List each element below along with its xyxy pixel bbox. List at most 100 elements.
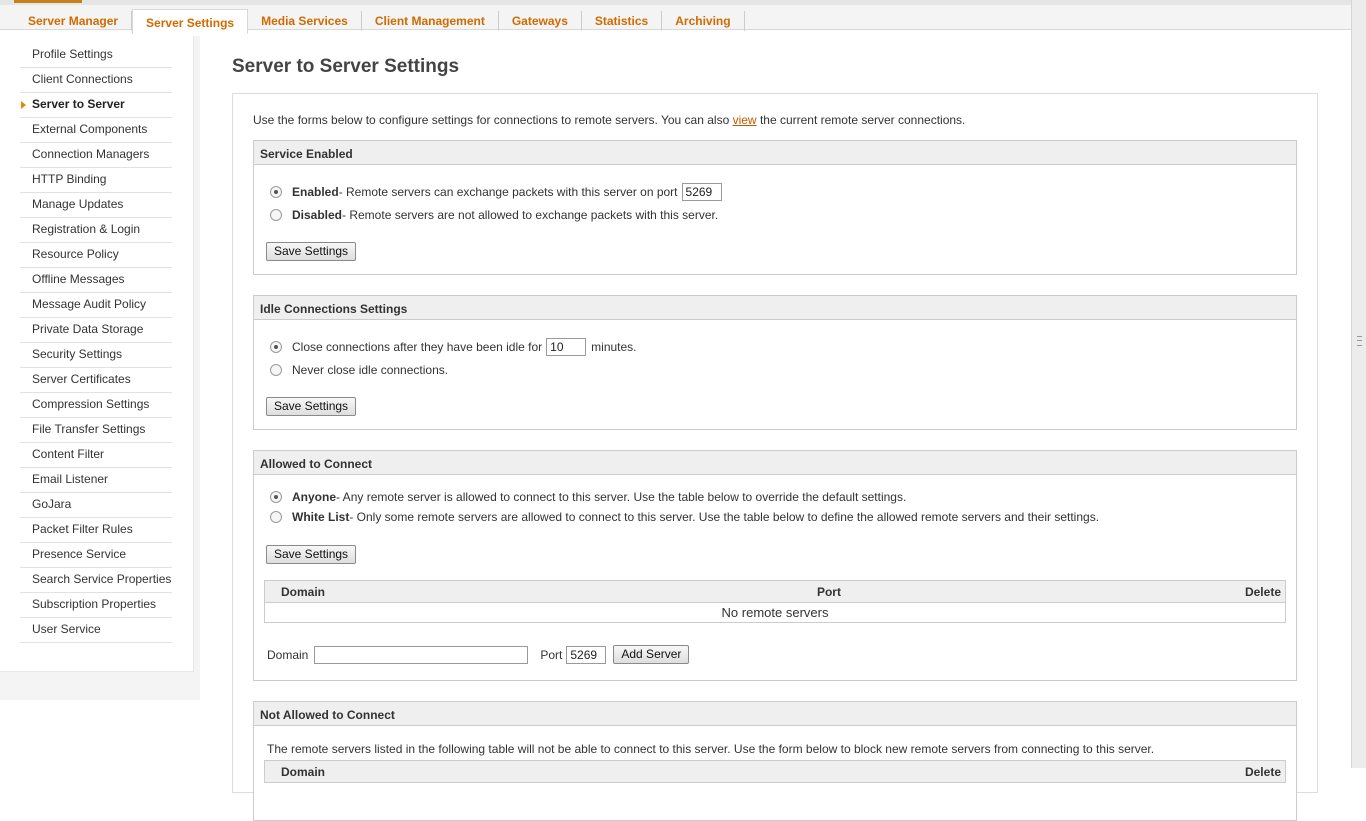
anyone-description: - Any remote server is allowed to connec… xyxy=(336,490,907,504)
sidebar-item-content-filter[interactable]: Content Filter xyxy=(20,443,172,468)
anyone-option: Anyone - Any remote server is allowed to… xyxy=(270,490,906,504)
domain-label: Domain xyxy=(267,647,309,662)
empty-table-message: No remote servers xyxy=(721,605,829,620)
enabled-description: - Remote servers can exchange packets wi… xyxy=(338,185,678,199)
tab-media-services[interactable]: Media Services xyxy=(248,11,362,31)
sidebar-item-profile-settings[interactable]: Profile Settings xyxy=(20,43,172,68)
domain-input[interactable] xyxy=(314,645,529,664)
tab-archiving[interactable]: Archiving xyxy=(662,11,745,31)
not-allowed-section: Not Allowed to Connect The remote server… xyxy=(253,701,1297,821)
sidebar-item-server-to-server[interactable]: Server to Server xyxy=(20,93,172,118)
enabled-option: Enabled - Remote servers can exchange pa… xyxy=(270,183,722,201)
section-title: Allowed to Connect xyxy=(254,451,1296,475)
blocked-servers-table: Domain Delete xyxy=(264,760,1286,783)
view-connections-link[interactable]: view xyxy=(733,113,757,127)
sidebar-item-presence-service[interactable]: Presence Service xyxy=(20,543,172,568)
allowed-servers-table: Domain Port Delete No remote servers xyxy=(264,580,1286,623)
idle-connections-section: Idle Connections Settings Close connecti… xyxy=(253,295,1297,430)
sidebar-item-resource-policy[interactable]: Resource Policy xyxy=(20,243,172,268)
never-close-radio[interactable] xyxy=(270,364,282,376)
intro-text-end: the current remote server connections. xyxy=(756,113,966,127)
tab-server-manager[interactable]: Server Manager xyxy=(15,11,133,31)
sidebar-item-gojara[interactable]: GoJara xyxy=(20,493,172,518)
port-input[interactable] xyxy=(681,183,722,201)
top-navigation-bar: Server Manager Server Settings Media Ser… xyxy=(0,0,1351,34)
add-server-form: Domain Port Add Server xyxy=(267,645,690,664)
table-header-row: Domain Delete xyxy=(264,760,1286,783)
sidebar-item-private-data-storage[interactable]: Private Data Storage xyxy=(20,318,172,343)
port-column-header: Port xyxy=(677,580,981,603)
content-panel: Use the forms below to configure setting… xyxy=(232,93,1318,821)
sidebar: Profile Settings Client Connections Serv… xyxy=(0,36,200,700)
whitelist-option: White List - Only some remote servers ar… xyxy=(270,510,1099,524)
service-enabled-section: Service Enabled Enabled - Remote servers… xyxy=(253,140,1297,275)
sidebar-item-packet-filter-rules[interactable]: Packet Filter Rules xyxy=(20,518,172,543)
page-scrollbar[interactable] xyxy=(1351,0,1366,768)
minutes-label: minutes. xyxy=(591,340,637,354)
scrollbar-grip-icon xyxy=(1357,336,1362,346)
page-title: Server to Server Settings xyxy=(232,56,460,77)
top-accent-line xyxy=(14,0,82,3)
never-close-option: Never close idle connections. xyxy=(270,363,448,377)
sidebar-menu: Profile Settings Client Connections Serv… xyxy=(20,43,172,643)
never-close-label: Never close idle connections. xyxy=(292,363,449,377)
whitelist-description: - Only some remote servers are allowed t… xyxy=(349,510,1100,524)
sidebar-item-offline-messages[interactable]: Offline Messages xyxy=(20,268,172,293)
save-settings-button[interactable]: Save Settings xyxy=(266,397,357,416)
intro-text: Use the forms below to configure setting… xyxy=(253,113,965,127)
sidebar-item-compression-settings[interactable]: Compression Settings xyxy=(20,393,172,418)
table-row: No remote servers xyxy=(265,603,1286,623)
save-settings-button[interactable]: Save Settings xyxy=(266,545,357,564)
sidebar-item-external-components[interactable]: External Components xyxy=(20,118,172,143)
sidebar-item-message-audit-policy[interactable]: Message Audit Policy xyxy=(20,293,172,318)
not-allowed-description: The remote servers listed in the followi… xyxy=(267,742,1155,756)
tab-client-management[interactable]: Client Management xyxy=(362,11,499,31)
sidebar-item-registration-login[interactable]: Registration & Login xyxy=(20,218,172,243)
anyone-radio[interactable] xyxy=(270,491,282,503)
enabled-radio[interactable] xyxy=(270,186,282,198)
sidebar-item-connection-managers[interactable]: Connection Managers xyxy=(20,143,172,168)
delete-column-header: Delete xyxy=(851,760,1286,783)
intro-text-start: Use the forms below to configure setting… xyxy=(253,113,733,127)
sidebar-item-security-settings[interactable]: Security Settings xyxy=(20,343,172,368)
save-settings-button[interactable]: Save Settings xyxy=(266,242,357,261)
tab-gateways[interactable]: Gateways xyxy=(499,11,582,31)
disabled-radio[interactable] xyxy=(270,209,282,221)
idle-minutes-input[interactable] xyxy=(546,338,587,356)
sidebar-item-client-connections[interactable]: Client Connections xyxy=(20,68,172,93)
tab-statistics[interactable]: Statistics xyxy=(582,11,663,31)
section-title: Idle Connections Settings xyxy=(254,296,1296,320)
domain-column-header: Domain xyxy=(264,580,678,603)
active-arrow-icon xyxy=(21,101,26,109)
disabled-label: Disabled xyxy=(292,208,343,222)
main-tabs: Server Manager Server Settings Media Ser… xyxy=(15,9,745,35)
close-idle-option: Close connections after they have been i… xyxy=(270,338,637,356)
tab-server-settings[interactable]: Server Settings xyxy=(132,9,249,34)
section-title: Not Allowed to Connect xyxy=(254,702,1296,726)
sidebar-item-search-service-properties[interactable]: Search Service Properties xyxy=(20,568,172,593)
sidebar-item-user-service[interactable]: User Service xyxy=(20,618,172,643)
sidebar-item-server-certificates[interactable]: Server Certificates xyxy=(20,368,172,393)
sidebar-item-http-binding[interactable]: HTTP Binding xyxy=(20,168,172,193)
allowed-to-connect-section: Allowed to Connect Anyone - Any remote s… xyxy=(253,450,1297,681)
enabled-label: Enabled xyxy=(292,185,339,199)
close-idle-radio[interactable] xyxy=(270,341,282,353)
sidebar-item-file-transfer-settings[interactable]: File Transfer Settings xyxy=(20,418,172,443)
sidebar-item-manage-updates[interactable]: Manage Updates xyxy=(20,193,172,218)
whitelist-label: White List xyxy=(292,510,350,524)
domain-column-header: Domain xyxy=(264,760,852,783)
delete-column-header: Delete xyxy=(980,580,1286,603)
sidebar-item-email-listener[interactable]: Email Listener xyxy=(20,468,172,493)
disabled-description: - Remote servers are not allowed to exch… xyxy=(342,208,719,222)
add-server-button[interactable]: Add Server xyxy=(613,645,690,664)
anyone-label: Anyone xyxy=(292,490,337,504)
sidebar-item-label: Server to Server xyxy=(32,97,125,111)
whitelist-radio[interactable] xyxy=(270,511,282,523)
sidebar-item-subscription-properties[interactable]: Subscription Properties xyxy=(20,593,172,618)
port-label: Port xyxy=(540,647,563,662)
section-title: Service Enabled xyxy=(254,141,1296,165)
table-header-row: Domain Port Delete xyxy=(264,580,1286,603)
disabled-option: Disabled - Remote servers are not allowe… xyxy=(270,208,718,222)
close-idle-label: Close connections after they have been i… xyxy=(292,340,543,354)
add-port-input[interactable] xyxy=(566,645,607,664)
